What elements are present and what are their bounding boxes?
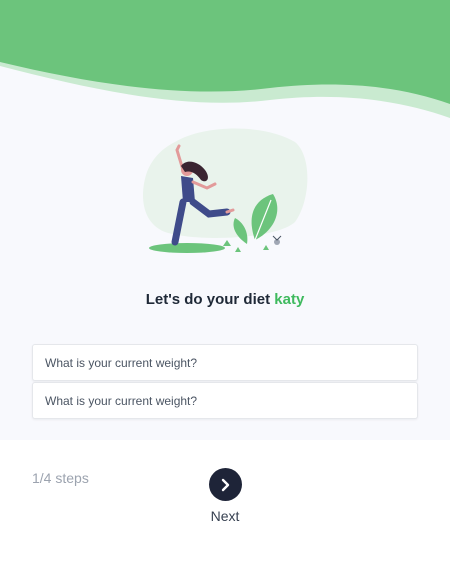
headline-text: Let's do your diet bbox=[145, 291, 271, 308]
hero-section: Let's do your diet katy bbox=[0, 0, 450, 440]
dancing-woman-illustration bbox=[142, 128, 308, 253]
next-button[interactable]: Next bbox=[203, 468, 247, 524]
user-name: katy bbox=[274, 291, 305, 308]
current-weight-input-secondary[interactable] bbox=[32, 382, 418, 419]
page-headline: Let's do your diet katy bbox=[0, 291, 450, 308]
chevron-right-icon bbox=[221, 478, 230, 491]
step-indicator: 1/4 steps bbox=[32, 470, 89, 486]
current-weight-input[interactable] bbox=[32, 344, 418, 381]
header-wave bbox=[0, 0, 450, 118]
next-button-label[interactable]: Next bbox=[203, 508, 247, 524]
next-button-circle[interactable] bbox=[208, 468, 242, 501]
